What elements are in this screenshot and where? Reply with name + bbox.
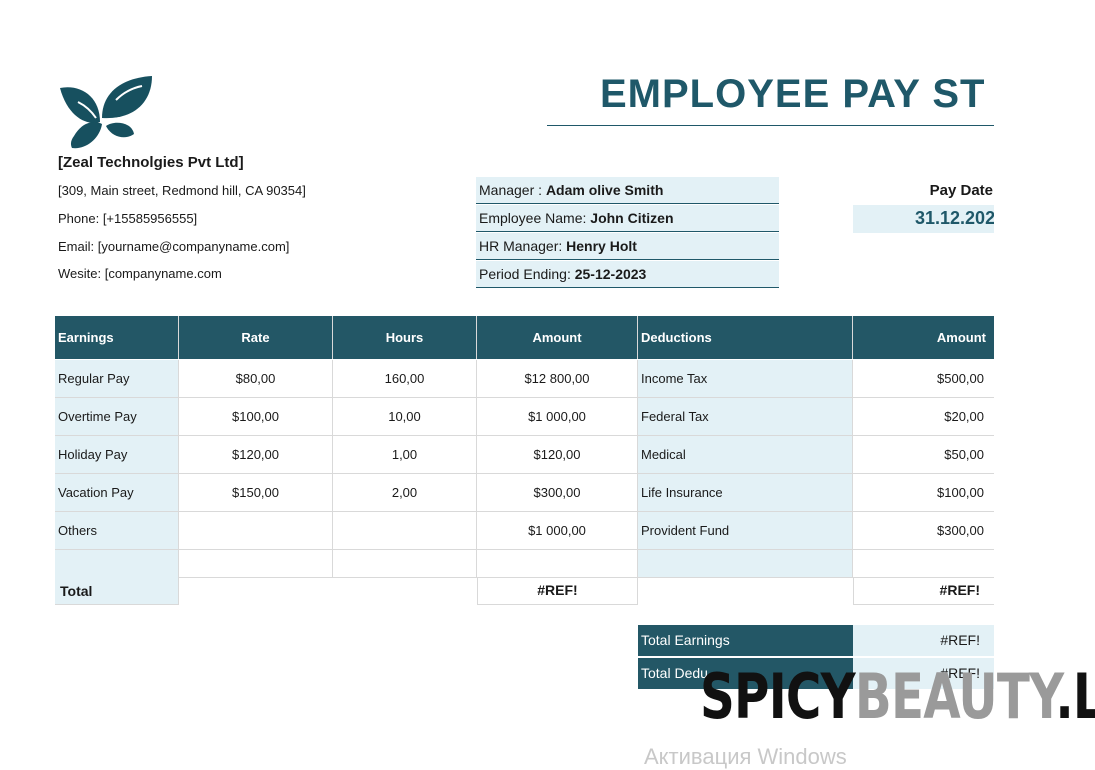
earning-rate	[179, 550, 333, 578]
deduction-amount: $300,00	[853, 512, 994, 550]
earning-hours: 10,00	[333, 398, 477, 436]
earning-rate: $150,00	[179, 474, 333, 512]
earning-amount: $1 000,00	[477, 512, 638, 550]
deduction-amount: $500,00	[853, 360, 994, 398]
pay-date-value: 31.12.202	[915, 208, 994, 228]
total-deduction-amount: #REF!	[853, 577, 994, 605]
total-earnings-value: #REF!	[853, 625, 994, 656]
earning-amount: $120,00	[477, 436, 638, 474]
header-deduction-amount: Amount	[853, 316, 994, 359]
total-label: Total	[55, 577, 179, 605]
deduction-name: Medical	[638, 436, 853, 474]
site-watermark: SPICYBEAUTY.LT	[700, 660, 1095, 733]
deduction-name: Provident Fund	[638, 512, 853, 550]
deduction-amount: $50,00	[853, 436, 994, 474]
earning-hours: 1,00	[333, 436, 477, 474]
deduction-amount: $20,00	[853, 398, 994, 436]
earning-name: Others	[55, 512, 179, 550]
company-address: [309, Main street, Redmond hill, CA 9035…	[58, 183, 306, 198]
manager-label: Manager :	[479, 182, 546, 198]
header-deductions: Deductions	[638, 316, 853, 359]
earning-amount	[477, 550, 638, 578]
total-earnings-label: Total Earnings	[638, 625, 853, 656]
deduction-name	[638, 550, 853, 578]
hr-manager-label: HR Manager:	[479, 238, 567, 254]
earning-name	[55, 550, 179, 578]
earning-rate: $100,00	[179, 398, 333, 436]
employee-name-value: John Citizen	[590, 210, 674, 226]
page-title: EMPLOYEE PAY ST	[600, 72, 986, 116]
employee-name-label: Employee Name:	[479, 210, 591, 226]
earning-rate: $80,00	[179, 360, 333, 398]
earning-hours: 2,00	[333, 474, 477, 512]
deduction-name: Income Tax	[638, 360, 853, 398]
earning-name: Holiday Pay	[55, 436, 179, 474]
pay-date-label: Pay Date	[929, 182, 993, 199]
deduction-amount	[853, 550, 994, 578]
header-hours: Hours	[333, 316, 477, 359]
period-ending-label: Period Ending:	[479, 266, 575, 282]
watermark-part-3: .LT	[1055, 660, 1095, 733]
period-ending-value: 25-12-2023	[574, 266, 647, 282]
earning-name: Vacation Pay	[55, 474, 179, 512]
windows-activation-notice: Активация Windows	[644, 744, 847, 769]
earning-name: Overtime Pay	[55, 398, 179, 436]
header-earnings: Earnings	[55, 316, 179, 359]
manager-field: Manager : Adam olive Smith	[476, 177, 779, 204]
company-phone: Phone: [+15585956555]	[58, 211, 198, 226]
earning-amount: $1 000,00	[477, 398, 638, 436]
manager-value: Adam olive Smith	[545, 182, 664, 198]
company-name: [Zeal Technolgies Pvt Ltd]	[58, 154, 244, 171]
company-website: Wesite: [companyname.com	[58, 266, 222, 281]
watermark-part-1: SPICY	[700, 660, 856, 733]
earning-amount: $300,00	[477, 474, 638, 512]
watermark-part-2: BEAUTY	[854, 660, 1056, 733]
deduction-name: Life Insurance	[638, 474, 853, 512]
employee-name-field: Employee Name: John Citizen	[476, 205, 779, 232]
earning-rate: $120,00	[179, 436, 333, 474]
hr-manager-field: HR Manager: Henry Holt	[476, 233, 779, 260]
hr-manager-value: Henry Holt	[566, 238, 637, 254]
earning-hours: 160,00	[333, 360, 477, 398]
header-amount: Amount	[477, 316, 638, 359]
total-earnings-amount: #REF!	[477, 577, 638, 605]
deduction-name: Federal Tax	[638, 398, 853, 436]
earning-hours	[333, 550, 477, 578]
earning-name: Regular Pay	[55, 360, 179, 398]
earning-rate	[179, 512, 333, 550]
period-ending-field: Period Ending: 25-12-2023	[476, 261, 779, 288]
earning-hours	[333, 512, 477, 550]
company-email: Email: [yourname@companyname.com]	[58, 239, 290, 254]
deduction-amount: $100,00	[853, 474, 994, 512]
earning-amount: $12 800,00	[477, 360, 638, 398]
title-underline	[547, 125, 994, 126]
butterfly-leaf-icon	[60, 76, 152, 149]
pay-date-box: 31.12.202	[853, 205, 994, 233]
header-rate: Rate	[179, 316, 333, 359]
